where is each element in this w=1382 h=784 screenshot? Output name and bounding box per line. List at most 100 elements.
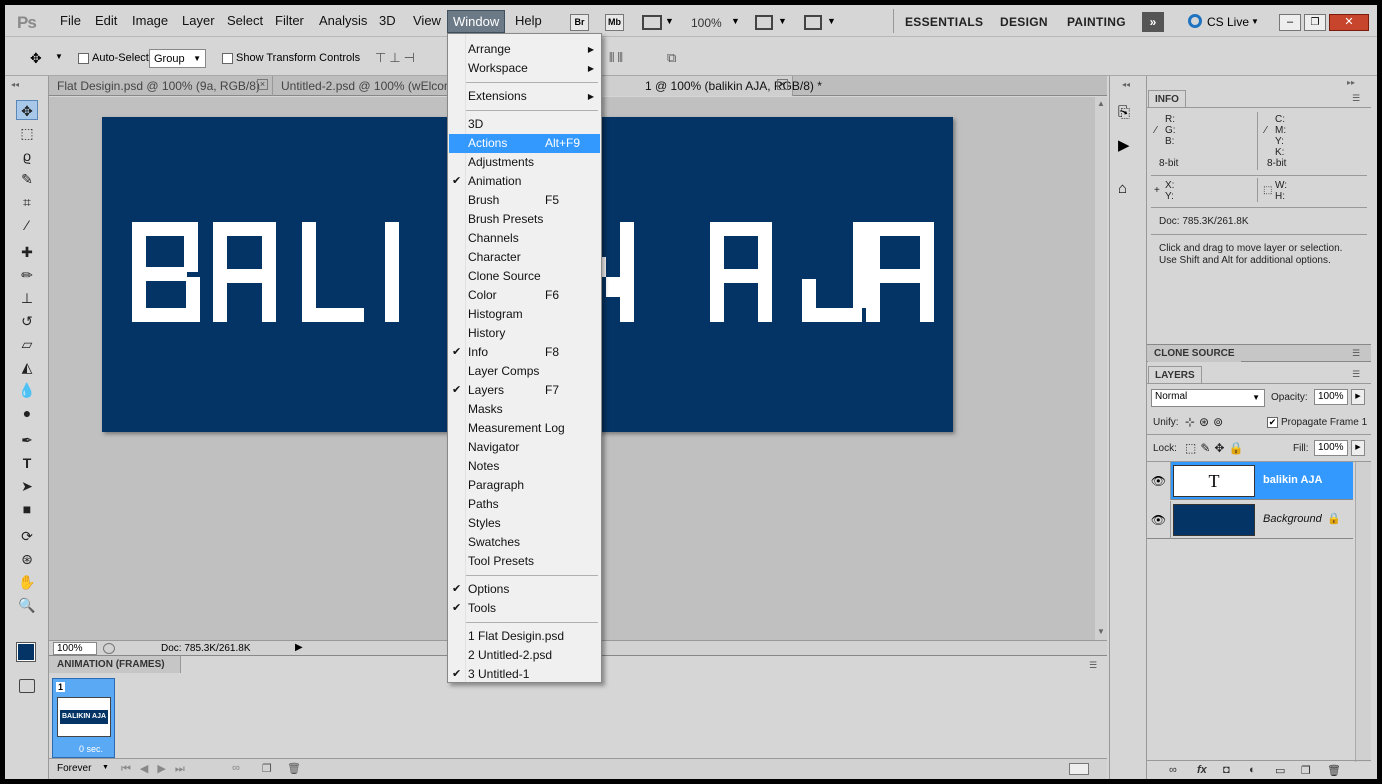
menu-select[interactable]: Select [227,13,263,28]
actions-panel-icon[interactable]: ▶ [1118,136,1130,154]
marquee-tool[interactable]: ⬚ [16,123,38,143]
menu-item-measurement-log[interactable]: Measurement Log [449,419,600,438]
menu-item-clone-source[interactable]: Clone Source [449,267,600,286]
blend-mode-dropdown[interactable]: Normal ▼ [1151,389,1265,407]
history-panel-icon[interactable]: ⎘ [1118,104,1130,121]
menu-item-3-untitled-1[interactable]: ✔ 3 Untitled-1 [449,665,600,684]
chevron-down-icon[interactable]: ▼ [778,16,787,26]
layer-row[interactable]: 👁 T balikin AJA [1147,462,1353,500]
brush-presets-panel-icon[interactable]: ⌂ [1118,180,1127,197]
info-panel-tab[interactable]: INFO [1148,90,1186,108]
eye-icon[interactable]: 👁 [1147,462,1171,500]
menu-item-layers[interactable]: ✔ Layers F7 [449,381,600,400]
more-workspaces-icon[interactable]: » [1142,12,1164,32]
collapse-icon[interactable]: ◂◂ [11,80,19,89]
menu-item-actions[interactable]: Actions Alt+F9 [449,134,600,153]
status-icon[interactable] [103,643,115,654]
menu-window[interactable]: Window [447,10,506,33]
fill-input[interactable]: 100% [1314,440,1348,456]
path-selection-tool[interactable]: ➤ [16,476,38,496]
link-layers-icon[interactable]: ∞ [1169,764,1177,776]
menu-item-paths[interactable]: Paths [449,495,600,514]
delete-layer-icon[interactable]: 🗑 [1327,764,1341,777]
move-tool[interactable]: ✥ [16,100,38,120]
menu-item-arrange[interactable]: Arrange ▶ [449,40,600,59]
close-tab-icon[interactable]: × [777,79,788,90]
healing-brush-tool[interactable]: ✚ [16,242,38,262]
move-tool-icon[interactable]: ✥ [30,50,42,67]
delete-frame-icon[interactable]: 🗑 [287,762,301,775]
zoom-level[interactable]: 100% [691,16,722,30]
auto-select-dropdown[interactable]: Group ▼ [149,49,206,68]
new-group-icon[interactable]: ▭ [1275,764,1285,777]
menu-item-extensions[interactable]: Extensions ▶ [449,87,600,106]
menu-layer[interactable]: Layer [182,13,215,28]
panel-menu-icon[interactable]: ☰ [1352,348,1360,359]
menu-item-channels[interactable]: Channels [449,229,600,248]
tween-icon[interactable]: ∞ [232,762,240,774]
3d-orbit-tool[interactable]: ⊛ [16,549,38,569]
pen-tool[interactable]: ✒ [16,430,38,450]
auto-select-checkbox[interactable] [78,53,89,64]
workspace-essentials[interactable]: ESSENTIALS [905,15,983,29]
menu-item-options[interactable]: ✔ Options [449,580,600,599]
chevron-down-icon[interactable]: ▼ [102,764,109,771]
menu-item-adjustments[interactable]: Adjustments [449,153,600,172]
add-mask-icon[interactable]: ◘ [1223,764,1230,776]
extras-icon[interactable] [642,15,662,30]
chevron-down-icon[interactable]: ▼ [827,16,836,26]
quick-mask-icon[interactable] [19,679,35,693]
auto-align-icon[interactable]: ⧉ [667,50,676,66]
clone-stamp-tool[interactable]: ⊥ [16,288,38,308]
zoom-tool[interactable]: 🔍 [16,595,38,615]
fill-slider-button[interactable]: ▶ [1351,440,1365,456]
collapse-icon[interactable]: ◂◂ [1122,80,1130,89]
close-tab-icon[interactable]: × [257,79,268,90]
clone-source-tab[interactable]: CLONE SOURCE [1148,345,1241,362]
menu-item-3d[interactable]: 3D [449,115,600,134]
eyedropper-tool[interactable]: ⁄ [16,215,38,235]
paint-bucket-tool[interactable]: ◭ [16,357,38,377]
lock-icons[interactable]: ⬚✎✥🔒 [1185,441,1247,455]
align-icons[interactable]: ⊤⊥⊣ [375,50,418,66]
layer-style-icon[interactable]: fx [1197,764,1207,776]
bridge-button[interactable]: Br [570,14,589,31]
opacity-input[interactable]: 100% [1314,389,1348,405]
menu-item-animation[interactable]: ✔ Animation [449,172,600,191]
menu-item-2-untitled-2-psd[interactable]: 2 Untitled-2.psd [449,646,600,665]
distribute-icons[interactable]: ⫴⫴ [609,50,626,66]
transform-controls-checkbox[interactable] [222,53,233,64]
workspace-painting[interactable]: PAINTING [1067,15,1126,29]
status-zoom[interactable]: 100% [53,642,97,655]
duplicate-frame-icon[interactable]: ❐ [262,762,272,775]
lasso-tool[interactable]: ϱ [16,146,38,166]
layer-name[interactable]: Background [1263,513,1322,525]
foreground-color-swatch[interactable] [16,642,36,662]
type-tool[interactable]: T [16,453,38,473]
new-layer-icon[interactable]: ❐ [1301,764,1311,777]
arrange-documents-icon[interactable] [755,15,773,30]
eye-icon[interactable]: 👁 [1147,501,1171,539]
menu-item-tools[interactable]: ✔ Tools [449,599,600,618]
menu-item-1-flat-desigin-psd[interactable]: 1 Flat Desigin.psd [449,627,600,646]
frame-delay[interactable]: 0 sec. [79,744,103,754]
menu-view[interactable]: View [413,13,441,28]
hand-tool[interactable]: ✋ [16,572,38,592]
collapse-icon[interactable]: ▸▸ [1347,78,1355,87]
panel-menu-icon[interactable]: ☰ [1352,369,1360,380]
menu-item-navigator[interactable]: Navigator [449,438,600,457]
opacity-slider-button[interactable]: ▶ [1351,389,1365,405]
menu-filter[interactable]: Filter [275,13,304,28]
menu-help[interactable]: Help [515,13,542,28]
chevron-down-icon[interactable]: ▼ [1251,17,1259,26]
chevron-down-icon[interactable]: ▼ [665,16,674,26]
layers-scrollbar[interactable] [1355,462,1371,762]
tab-flat-desigin[interactable]: Flat Desigin.psd @ 100% (9a, RGB/8) × [49,76,273,96]
menu-item-workspace[interactable]: Workspace ▶ [449,59,600,78]
cs-live-button[interactable]: CS Live [1207,15,1249,29]
screen-mode-icon[interactable] [804,15,822,30]
adjustment-layer-icon[interactable]: ◐ [1249,764,1256,776]
mini-bridge-button[interactable]: Mb [605,14,624,31]
dodge-tool[interactable]: ● [16,403,38,423]
blur-tool[interactable]: 💧 [16,380,38,400]
